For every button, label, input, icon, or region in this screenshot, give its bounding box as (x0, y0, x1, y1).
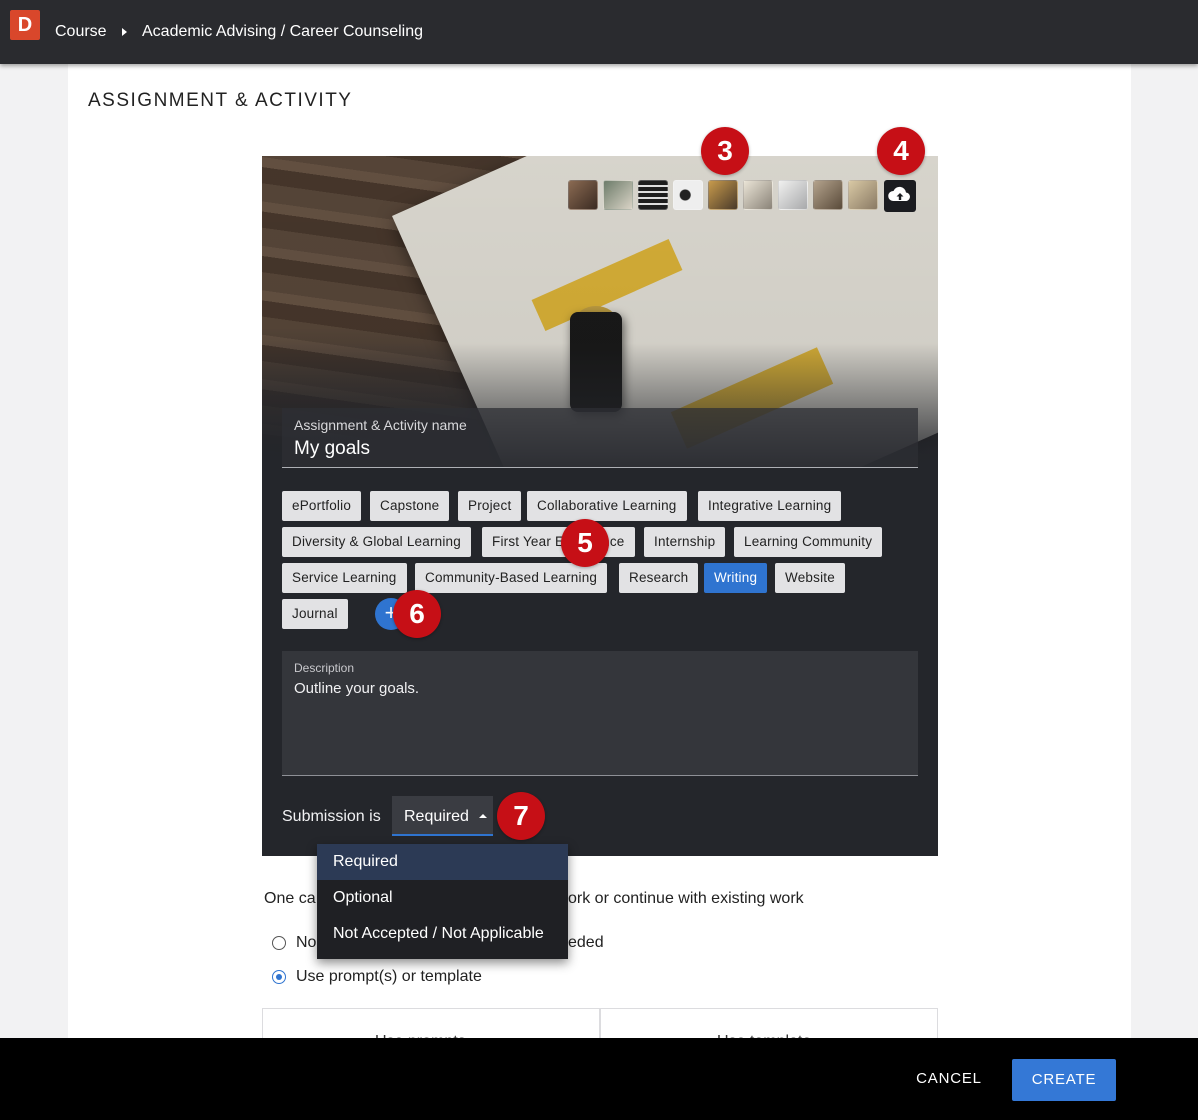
description-input[interactable]: Outline your goals. (294, 680, 419, 697)
cancel-button[interactable]: CANCEL (908, 1059, 990, 1099)
cover-thumbnail[interactable] (813, 180, 843, 210)
annotation-badge: 7 (497, 792, 545, 840)
continue-text-start: One ca (264, 890, 316, 907)
tag-chip[interactable]: Community-Based Learning (415, 563, 608, 593)
radio-no-prompt[interactable] (272, 936, 286, 950)
page-title: ASSIGNMENT & ACTIVITY (88, 90, 353, 111)
breadcrumb-chevron-icon (122, 28, 127, 36)
assignment-name-label: Assignment & Activity name (294, 417, 467, 433)
cover-thumbnail[interactable] (638, 180, 668, 210)
cover-thumbnail[interactable] (778, 180, 808, 210)
tag-chip[interactable]: Integrative Learning (698, 491, 842, 521)
annotation-badge: 6 (393, 590, 441, 638)
app-logo[interactable]: D (10, 10, 40, 40)
footer-bar: CANCEL CREATE (0, 1038, 1198, 1120)
radio-use-prompt[interactable] (272, 970, 286, 984)
annotation-badge: 5 (561, 519, 609, 567)
submission-dropdown-menu: Required Optional Not Accepted / Not App… (317, 844, 568, 959)
radio-no-prompt-label-start: No (296, 934, 317, 951)
cover-thumbnail[interactable] (743, 180, 773, 210)
caret-up-icon (479, 814, 487, 818)
description-field[interactable]: Description Outline your goals. (282, 651, 918, 776)
breadcrumb-course[interactable]: Course (55, 22, 107, 42)
tag-chip-active[interactable]: Writing (704, 563, 768, 593)
tag-chip[interactable]: Research (619, 563, 699, 593)
tag-chip[interactable]: Learning Community (734, 527, 883, 557)
cover-thumbnail[interactable] (568, 180, 598, 210)
tag-chip[interactable]: First Year Experience (482, 527, 635, 557)
cover-thumbnail[interactable] (603, 180, 633, 210)
tag-chip[interactable]: Website (775, 563, 845, 593)
tag-chip[interactable]: Capstone (370, 491, 450, 521)
tag-chip[interactable]: Collaborative Learning (527, 491, 687, 521)
radio-no-prompt-label-end: eded (568, 934, 604, 951)
assignment-name-input[interactable]: My goals (294, 438, 370, 460)
continue-text-end: ork or continue with existing work (568, 890, 804, 907)
tag-chip[interactable]: ePortfolio (282, 491, 362, 521)
cover-thumbnail[interactable] (673, 180, 703, 210)
cloud-upload-icon (888, 186, 910, 201)
submission-select[interactable]: Required (392, 796, 493, 836)
radio-use-prompt-label: Use prompt(s) or template (296, 968, 482, 985)
description-label: Description (294, 661, 355, 675)
top-bar: D Course Academic Advising / Career Coun… (0, 0, 1198, 64)
menu-item-not-accepted[interactable]: Not Accepted / Not Applicable (317, 916, 568, 952)
create-button[interactable]: CREATE (1012, 1059, 1116, 1101)
tag-chip[interactable]: Service Learning (282, 563, 407, 593)
submission-label: Submission is (282, 808, 381, 825)
tag-chip[interactable]: Journal (282, 599, 348, 629)
submission-select-value: Required (404, 808, 469, 825)
menu-item-required[interactable]: Required (317, 844, 568, 880)
menu-item-optional[interactable]: Optional (317, 880, 568, 916)
cover-thumbnail[interactable] (848, 180, 878, 210)
tag-chip[interactable]: Project (458, 491, 522, 521)
assignment-name-field[interactable]: Assignment & Activity name My goals (282, 408, 918, 468)
tag-chip[interactable]: Diversity & Global Learning (282, 527, 471, 557)
breadcrumb-current: Academic Advising / Career Counseling (142, 23, 424, 40)
annotation-badge: 4 (877, 127, 925, 175)
assignment-card: Assignment & Activity name My goals ePor… (262, 156, 938, 856)
tag-chip[interactable]: Internship (644, 527, 726, 557)
cover-thumbnail[interactable] (708, 180, 738, 210)
upload-cover-button[interactable] (884, 180, 916, 212)
annotation-badge: 3 (701, 127, 749, 175)
